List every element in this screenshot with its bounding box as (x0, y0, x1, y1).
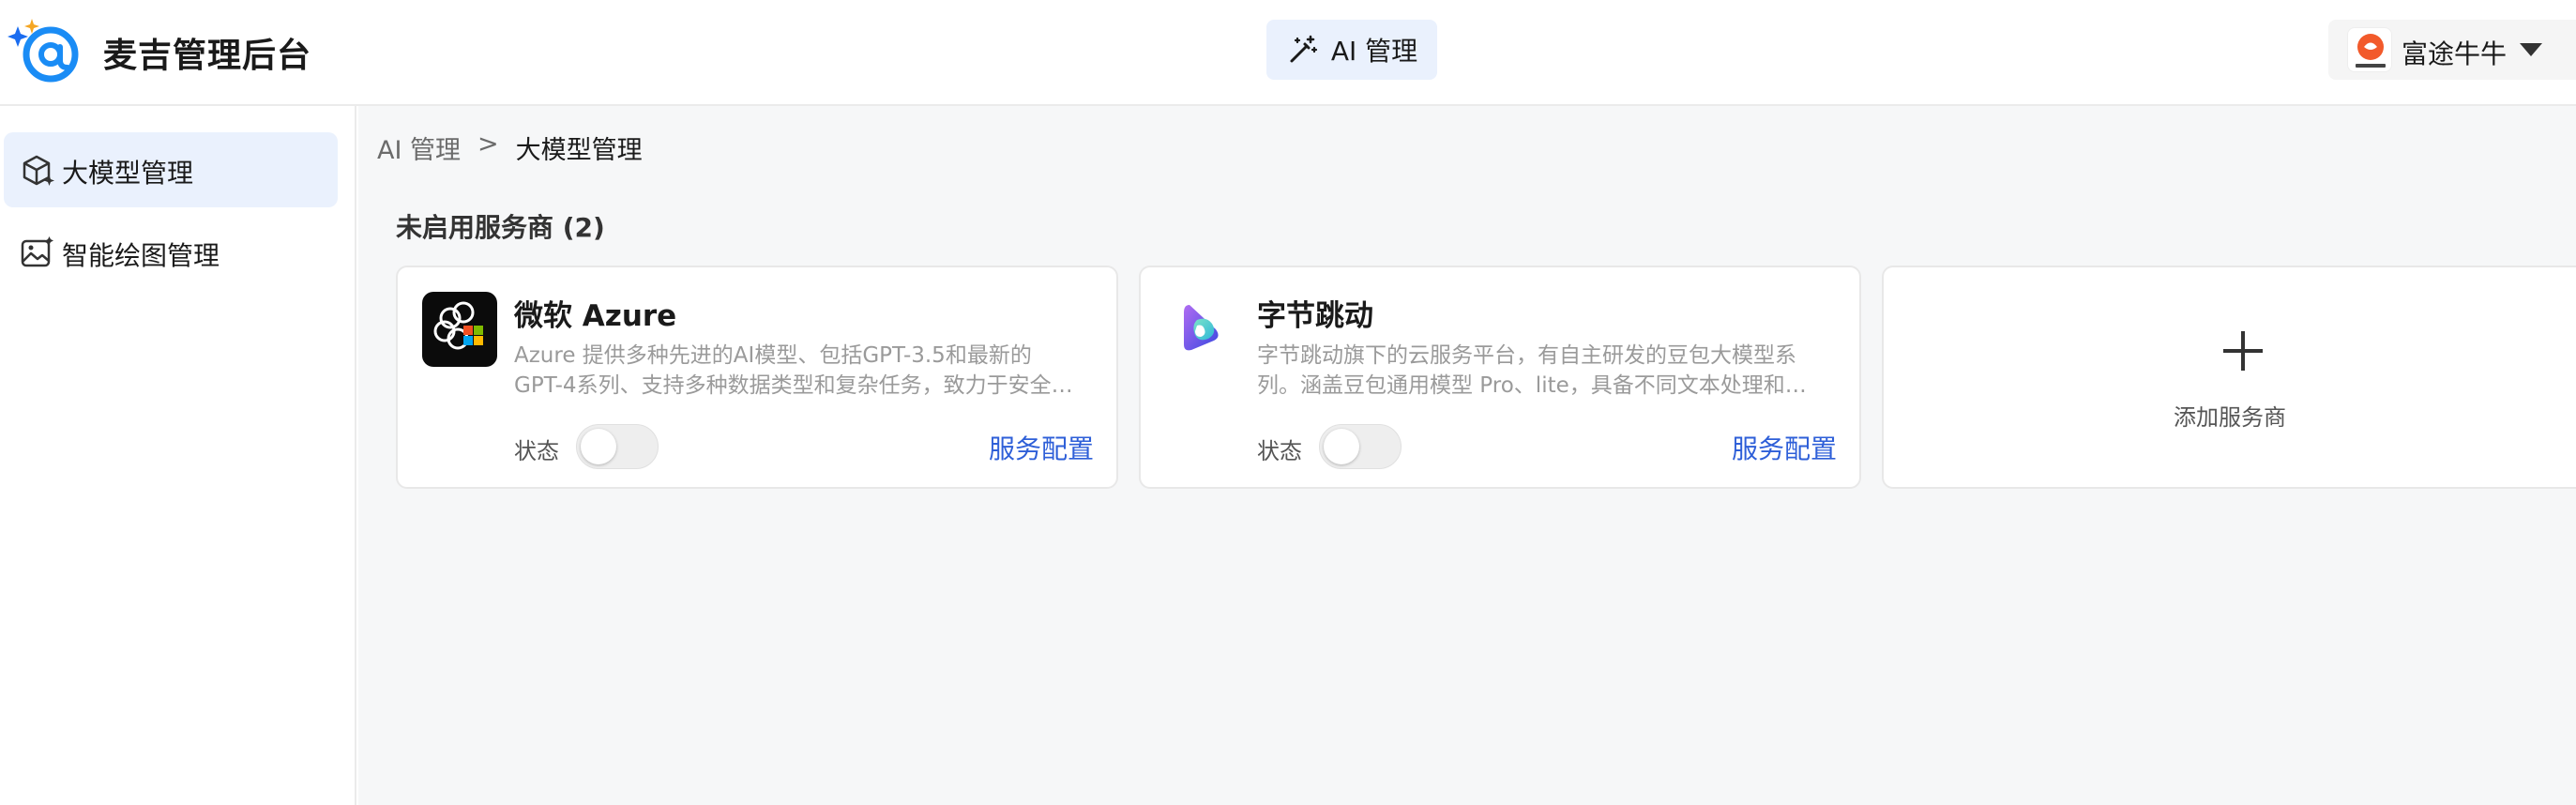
doubao-icon (1165, 292, 1240, 367)
provider-card-bytedance: 字节跳动 字节跳动旗下的云服务平台，有自主研发的豆包大模型系列。涵盖豆包通用模型… (1139, 266, 1861, 489)
chevron-down-icon (2520, 43, 2542, 56)
toggle-knob (1324, 429, 1359, 464)
top-header: 麦吉管理后台 AI 管理 富途牛牛 (0, 0, 2576, 106)
toggle-knob (581, 429, 616, 464)
futu-logo-icon (2347, 27, 2392, 72)
provider-description: Azure 提供多种先进的AI模型、包括GPT-3.5和最新的GPT-4系列、支… (514, 343, 1073, 398)
add-provider-card[interactable]: 添加服务商 (1882, 266, 2576, 489)
plus-icon (2223, 331, 2263, 371)
add-provider-label: 添加服务商 (2174, 404, 2286, 431)
at-sign-sparkle-icon[interactable] (4, 15, 86, 86)
sidebar: 大模型管理 智能绘图管理 (0, 106, 356, 805)
provider-name: 字节跳动 (1257, 299, 1373, 333)
service-config-link[interactable]: 服务配置 (989, 429, 1094, 466)
user-menu[interactable]: 富途牛牛 (2328, 20, 2576, 80)
magic-wand-icon (1290, 35, 1317, 63)
status-label: 状态 (1257, 438, 1302, 464)
status-label: 状态 (514, 438, 559, 464)
tab-ai-management[interactable]: AI 管理 (1266, 20, 1437, 80)
service-config-link[interactable]: 服务配置 (1732, 429, 1837, 466)
azure-openai-icon (422, 292, 497, 367)
breadcrumb-separator: > (477, 129, 499, 159)
app-title: 麦吉管理后台 (103, 37, 312, 75)
breadcrumb-current: 大模型管理 (515, 136, 643, 165)
provider-name: 微软 Azure (514, 299, 677, 333)
tab-ai-management-label: AI 管理 (1330, 36, 1418, 67)
status-toggle[interactable] (576, 424, 659, 469)
breadcrumb-parent[interactable]: AI 管理 (377, 129, 461, 166)
provider-card-azure: 微软 Azure Azure 提供多种先进的AI模型、包括GPT-3.5和最新的… (396, 266, 1118, 489)
image-sparkle-icon (21, 236, 53, 267)
cube-icon (23, 155, 54, 186)
section-title: 未启用服务商 (2) (396, 212, 605, 243)
status-toggle[interactable] (1319, 424, 1402, 469)
sidebar-item-llm-management[interactable]: 大模型管理 (4, 132, 338, 207)
breadcrumb: AI 管理 > 大模型管理 (377, 129, 643, 166)
user-name: 富途牛牛 (2402, 38, 2508, 69)
sidebar-item-label: 智能绘图管理 (62, 240, 220, 271)
provider-description: 字节跳动旗下的云服务平台，有自主研发的豆包大模型系列。涵盖豆包通用模型 Pro、… (1257, 343, 1807, 398)
sidebar-item-image-management[interactable]: 智能绘图管理 (4, 215, 338, 290)
sidebar-item-label: 大模型管理 (62, 158, 194, 189)
main-content: AI 管理 > 大模型管理 未启用服务商 (2) 微软 Azure Azure … (358, 106, 2576, 805)
